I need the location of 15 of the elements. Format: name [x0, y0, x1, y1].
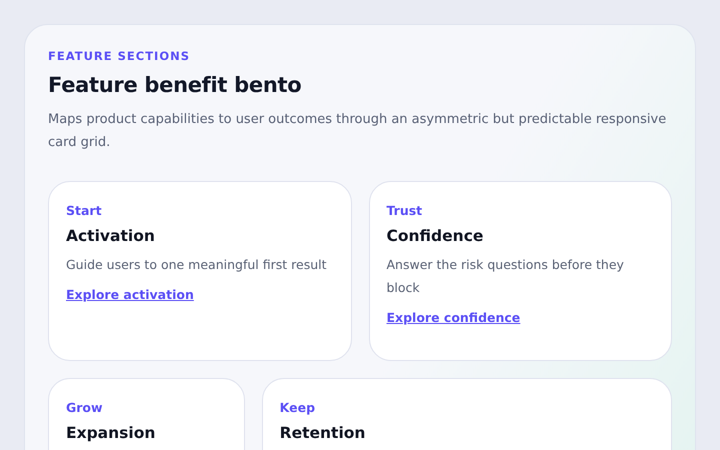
card-description: Guide users to one meaningful first result — [66, 256, 328, 274]
section-eyebrow: FEATURE SECTIONS — [48, 48, 192, 64]
explore-link[interactable]: Explore activation — [66, 286, 194, 304]
card-title: Retention — [280, 423, 366, 444]
explore-link[interactable]: Explore confidence — [386, 309, 520, 327]
section-title: Feature benefit bento — [48, 72, 302, 99]
card-title: Activation — [66, 226, 156, 247]
card-eyebrow: Trust — [386, 203, 424, 219]
card-eyebrow: Keep — [280, 400, 316, 416]
card-title: Confidence — [386, 226, 484, 247]
card-eyebrow: Grow — [66, 400, 104, 416]
card-title: Expansion — [66, 423, 156, 444]
card-eyebrow: Start — [66, 203, 103, 219]
section-description: Maps product capabilities to user outcomes through an asymmetric but predictable responsive card grid. — [48, 111, 668, 152]
card-description: Answer the risk questions before they block — [386, 256, 625, 297]
